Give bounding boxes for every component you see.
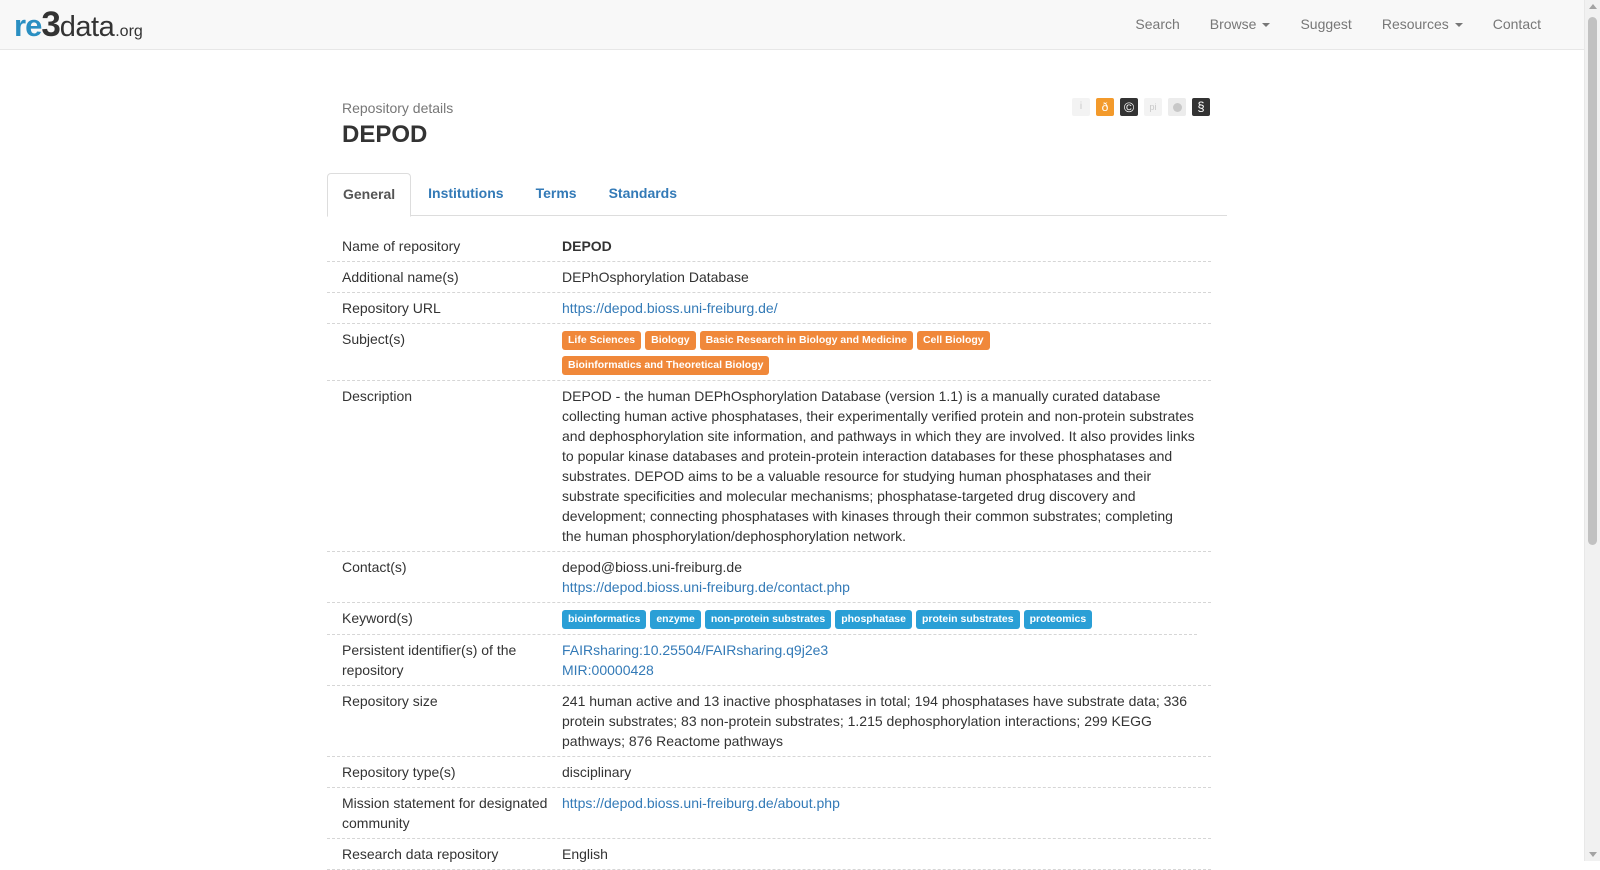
- contact-email: depod@bioss.uni-freiburg.de: [562, 559, 742, 575]
- copyright-icon[interactable]: ©: [1120, 98, 1138, 116]
- table-row: Repository size 241 human active and 13 …: [327, 686, 1211, 757]
- repository-icons: i ð © pi §: [1072, 98, 1210, 116]
- field-label: Additional name(s): [342, 269, 459, 285]
- field-label: Description: [342, 388, 413, 404]
- keyword-tag[interactable]: phosphatase: [835, 610, 912, 629]
- scroll-down-arrow-icon[interactable]: [1589, 852, 1597, 857]
- tab-general[interactable]: General: [327, 173, 412, 217]
- keyword-tag[interactable]: enzyme: [650, 610, 701, 629]
- table-row: Contact(s) depod@bioss.uni-freiburg.de h…: [327, 552, 1211, 603]
- pid-icon[interactable]: pi: [1144, 98, 1162, 116]
- field-value: English: [562, 846, 608, 862]
- table-row: Persistent identifier(s) of the reposito…: [327, 635, 1211, 686]
- nav-suggest[interactable]: Suggest: [1285, 0, 1366, 49]
- keyword-tag[interactable]: bioinformatics: [562, 610, 647, 629]
- caret-down-icon: [1454, 22, 1463, 27]
- re3data-logo[interactable]: re 3 data .org: [14, 5, 143, 44]
- navbar: re 3 data .org Search Browse Suggest Resour…: [0, 0, 1585, 50]
- field-label: Keyword(s): [342, 610, 413, 626]
- table-row: Keyword(s) bioinformatics enzyme non-pro…: [327, 603, 1197, 635]
- subject-tags: Life Sciences Biology Basic Research in …: [562, 329, 1196, 377]
- table-row: Subject(s) Life Sciences Biology Basic R…: [327, 324, 1211, 381]
- field-value: DEPOD - the human DEPhOsphorylation Data…: [562, 388, 1195, 544]
- page-title: DEPOD: [342, 121, 428, 148]
- mission-link[interactable]: https://depod.bioss.uni-freiburg.de/abou…: [562, 795, 840, 811]
- pid-link[interactable]: MIR:00000428: [562, 660, 1196, 680]
- logo-data: data: [59, 11, 115, 43]
- open-access-icon-glyph: ð: [1101, 100, 1109, 114]
- page-overline: Repository details: [342, 100, 454, 116]
- logo-three: 3: [41, 5, 60, 44]
- tab-institutions[interactable]: Institutions: [413, 173, 518, 214]
- nav-contact-label: Contact: [1492, 16, 1541, 32]
- certificate-icon[interactable]: [1168, 98, 1186, 116]
- nav-browse-label: Browse: [1209, 16, 1257, 32]
- table-row: Name of repository DEPOD: [327, 231, 1211, 262]
- logo-org: .org: [115, 23, 143, 40]
- nav-resources-label: Resources: [1381, 16, 1449, 32]
- nav-suggest-label: Suggest: [1300, 16, 1352, 32]
- table-row: Additional name(s) DEPhOsphorylation Dat…: [327, 262, 1211, 293]
- table-row: Repository URL https://depod.bioss.uni-f…: [327, 293, 1211, 324]
- info-icon[interactable]: i: [1072, 98, 1090, 116]
- keyword-tags: bioinformatics enzyme non-protein substr…: [562, 608, 1196, 631]
- field-label: Repository type(s): [342, 764, 456, 780]
- keyword-tag[interactable]: protein substrates: [915, 610, 1020, 629]
- info-icon-glyph: i: [1079, 101, 1083, 112]
- subject-tag[interactable]: Cell Biology: [916, 331, 990, 350]
- keyword-tag[interactable]: non-protein substrates: [704, 610, 832, 629]
- logo-re: re: [14, 8, 42, 43]
- certificate-icon-dot: [1172, 102, 1182, 112]
- pid-icon-glyph: pi: [1149, 102, 1157, 112]
- field-label: Repository URL: [342, 300, 441, 316]
- table-row: Description DEPOD - the human DEPhOsphor…: [327, 381, 1211, 552]
- field-value: 241 human active and 13 inactive phospha…: [562, 693, 1187, 749]
- field-label: Persistent identifier(s) of the reposito…: [342, 642, 517, 678]
- keyword-tag[interactable]: proteomics: [1023, 610, 1093, 629]
- pid-link[interactable]: FAIRsharing:10.25504/FAIRsharing.q9j2e3: [562, 640, 1196, 660]
- field-label: Research data repository: [342, 846, 499, 862]
- open-access-icon[interactable]: ð: [1096, 98, 1114, 116]
- main-nav: Search Browse Suggest Resources Contact: [1120, 0, 1556, 49]
- repository-url-link[interactable]: https://depod.bioss.uni-freiburg.de/: [562, 300, 778, 316]
- field-value: disciplinary: [562, 764, 632, 780]
- policy-icon[interactable]: §: [1192, 98, 1210, 116]
- policy-icon-glyph: §: [1197, 99, 1205, 114]
- field-value: DEPhOsphorylation Database: [562, 269, 749, 285]
- caret-down-icon: [1262, 22, 1271, 27]
- subject-tag[interactable]: Basic Research in Biology and Medicine: [699, 331, 913, 350]
- detail-tabs: General Institutions Terms Standards: [327, 173, 1227, 217]
- subject-tag[interactable]: Biology: [645, 331, 696, 350]
- field-label: Contact(s): [342, 559, 407, 575]
- table-row: Repository type(s) disciplinary: [327, 757, 1211, 788]
- tab-standards[interactable]: Standards: [594, 173, 692, 214]
- nav-search-label: Search: [1135, 16, 1180, 32]
- field-label: Repository size: [342, 693, 438, 709]
- nav-browse-dropdown[interactable]: Browse: [1195, 0, 1286, 49]
- nav-contact[interactable]: Contact: [1478, 0, 1556, 49]
- copyright-icon-glyph: ©: [1123, 99, 1135, 115]
- field-label: Mission statement for designated communi…: [342, 795, 548, 831]
- field-value: DEPOD: [562, 238, 612, 254]
- subject-tag[interactable]: Bioinformatics and Theoretical Biology: [562, 356, 770, 375]
- scroll-up-arrow-icon[interactable]: [1589, 4, 1597, 9]
- details-table: Name of repository DEPOD Additional name…: [327, 231, 1211, 870]
- nav-resources-dropdown[interactable]: Resources: [1367, 0, 1478, 49]
- table-row: Mission statement for designated communi…: [327, 788, 1211, 839]
- tab-terms[interactable]: Terms: [521, 173, 592, 214]
- nav-search[interactable]: Search: [1120, 0, 1194, 49]
- scrollbar-thumb[interactable]: [1588, 17, 1597, 545]
- field-label: Subject(s): [342, 331, 406, 347]
- table-row: Research data repository English: [327, 839, 1211, 870]
- contact-link[interactable]: https://depod.bioss.uni-freiburg.de/cont…: [562, 577, 1196, 597]
- field-label: Name of repository: [342, 238, 461, 254]
- page-scrollbar[interactable]: [1584, 0, 1600, 861]
- subject-tag[interactable]: Life Sciences: [562, 331, 642, 350]
